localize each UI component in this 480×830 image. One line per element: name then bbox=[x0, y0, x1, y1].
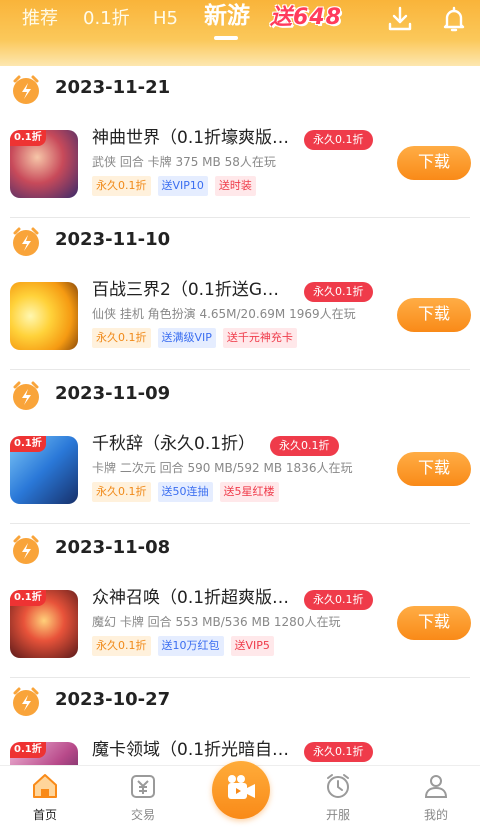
home-icon bbox=[31, 772, 59, 800]
discount-corner-label: 0.1折 bbox=[10, 130, 46, 146]
date-header: 2023-11-10 bbox=[0, 218, 480, 262]
tag: 送满级VIP bbox=[157, 328, 216, 348]
top-nav: 推荐 0.1折 H5 新游 送648 bbox=[0, 0, 480, 40]
tag-list: 永久0.1折 送VIP10 送时装 bbox=[92, 176, 263, 196]
date-label: 2023-11-10 bbox=[55, 229, 171, 250]
game-item[interactable]: 0.1折 千秋辞（永久0.1折） 永久0.1折 卡牌 二次元 回合 590 MB… bbox=[0, 416, 480, 524]
game-cover[interactable]: 0.1折 bbox=[10, 742, 78, 765]
discount-badge: 永久0.1折 bbox=[270, 436, 339, 456]
nav-label: 交易 bbox=[130, 808, 155, 822]
discount-badge: 永久0.1折 bbox=[304, 590, 373, 610]
tag-list: 永久0.1折 送50连抽 送5星红楼 bbox=[92, 482, 286, 502]
top-bar: 推荐 0.1折 H5 新游 送648 bbox=[0, 0, 480, 66]
download-button[interactable]: 下载 bbox=[397, 606, 471, 640]
tag: 送VIP5 bbox=[230, 636, 274, 656]
game-title[interactable]: 神曲世界（0.1折壕爽版… bbox=[92, 126, 297, 150]
download-button[interactable]: 下载 bbox=[397, 298, 471, 332]
game-meta: 魔幻 卡牌 回合 553 MB/536 MB 1280人在玩 bbox=[92, 615, 341, 629]
tag: 送千元神充卡 bbox=[222, 328, 297, 348]
tab-recommend[interactable]: 推荐 bbox=[22, 6, 58, 32]
date-header: 2023-11-21 bbox=[0, 66, 480, 110]
user-icon bbox=[422, 772, 450, 800]
nav-home[interactable]: 首页 bbox=[5, 766, 85, 830]
tag: 永久0.1折 bbox=[92, 176, 151, 196]
nav-server-open[interactable]: 开服 bbox=[298, 766, 378, 830]
game-cover[interactable]: 0.1折 bbox=[10, 590, 78, 658]
video-button[interactable] bbox=[212, 761, 270, 819]
alarm-clock-icon bbox=[324, 772, 352, 800]
bell-icon[interactable] bbox=[439, 4, 469, 34]
tag-list: 永久0.1折 送满级VIP 送千元神充卡 bbox=[92, 328, 304, 348]
game-item[interactable]: 0.1折 众神召唤（0.1折超爽版… 永久0.1折 魔幻 卡牌 回合 553 M… bbox=[0, 570, 480, 678]
tab-new-games[interactable]: 新游 bbox=[204, 3, 250, 29]
tag: 永久0.1折 bbox=[92, 482, 151, 502]
alarm-clock-icon bbox=[10, 74, 42, 106]
alarm-clock-icon bbox=[10, 534, 42, 566]
game-meta: 卡牌 二次元 回合 590 MB/592 MB 1836人在玩 bbox=[92, 461, 353, 475]
discount-corner-label: 0.1折 bbox=[10, 742, 46, 758]
discount-corner-label: 0.1折 bbox=[10, 590, 46, 606]
date-header: 2023-11-09 bbox=[0, 372, 480, 416]
tag: 永久0.1折 bbox=[92, 328, 151, 348]
date-header: 2023-11-08 bbox=[0, 526, 480, 570]
download-button[interactable]: 下载 bbox=[397, 452, 471, 486]
game-cover[interactable]: 0.1折 bbox=[10, 436, 78, 504]
date-label: 2023-11-09 bbox=[55, 383, 171, 404]
game-meta: 仙侠 挂机 角色扮演 4.65M/20.69M 1969人在玩 bbox=[92, 307, 356, 321]
game-item[interactable]: 0.1折 魔卡领域（0.1折光暗自… 永久0.1折 bbox=[0, 722, 480, 765]
alarm-clock-icon bbox=[10, 226, 42, 258]
nav-label: 首页 bbox=[32, 808, 57, 822]
game-item[interactable]: 0.1折 神曲世界（0.1折壕爽版… 永久0.1折 武侠 回合 卡牌 375 M… bbox=[0, 110, 480, 218]
tab-discount[interactable]: 0.1折 bbox=[83, 6, 130, 32]
nav-label: 开服 bbox=[325, 808, 350, 822]
divider bbox=[10, 369, 470, 370]
video-camera-icon bbox=[228, 775, 255, 799]
game-cover[interactable] bbox=[10, 282, 78, 350]
game-cover[interactable]: 0.1折 bbox=[10, 130, 78, 198]
trade-icon bbox=[129, 772, 157, 800]
nav-label: 我的 bbox=[423, 808, 448, 822]
tab-h5[interactable]: H5 bbox=[153, 6, 178, 32]
divider bbox=[10, 523, 470, 524]
tag: 永久0.1折 bbox=[92, 636, 151, 656]
date-label: 2023-11-21 bbox=[55, 77, 171, 98]
game-title[interactable]: 魔卡领域（0.1折光暗自… bbox=[92, 738, 297, 762]
tag: 送50连抽 bbox=[157, 482, 213, 502]
download-button[interactable]: 下载 bbox=[397, 146, 471, 180]
date-label: 2023-11-08 bbox=[55, 537, 171, 558]
tag: 送5星红楼 bbox=[219, 482, 279, 502]
download-icon[interactable] bbox=[385, 4, 415, 34]
tag: 送时装 bbox=[214, 176, 256, 196]
discount-badge: 永久0.1折 bbox=[304, 130, 373, 150]
promo-banner[interactable]: 送648 bbox=[270, 3, 342, 33]
game-title[interactable]: 百战三界2（0.1折送G… bbox=[92, 278, 297, 302]
discount-corner-label: 0.1折 bbox=[10, 436, 46, 452]
game-item[interactable]: 百战三界2（0.1折送G… 永久0.1折 仙侠 挂机 角色扮演 4.65M/20… bbox=[0, 262, 480, 370]
game-title[interactable]: 众神召唤（0.1折超爽版… bbox=[92, 586, 297, 610]
date-label: 2023-10-27 bbox=[55, 689, 171, 710]
alarm-clock-icon bbox=[10, 686, 42, 718]
date-header: 2023-10-27 bbox=[0, 678, 480, 722]
discount-badge: 永久0.1折 bbox=[304, 742, 373, 762]
game-title[interactable]: 千秋辞（永久0.1折） bbox=[92, 432, 297, 456]
discount-badge: 永久0.1折 bbox=[304, 282, 373, 302]
active-tab-indicator bbox=[214, 36, 238, 40]
alarm-clock-icon bbox=[10, 380, 42, 412]
nav-trade[interactable]: 交易 bbox=[103, 766, 183, 830]
nav-me[interactable]: 我的 bbox=[396, 766, 476, 830]
bottom-nav: 首页 交易 开服 我的 bbox=[0, 761, 480, 830]
tag: 送VIP10 bbox=[157, 176, 208, 196]
tag: 送10万红包 bbox=[157, 636, 224, 656]
tag-list: 永久0.1折 送10万红包 送VIP5 bbox=[92, 636, 281, 656]
game-meta: 武侠 回合 卡牌 375 MB 58人在玩 bbox=[92, 155, 276, 169]
